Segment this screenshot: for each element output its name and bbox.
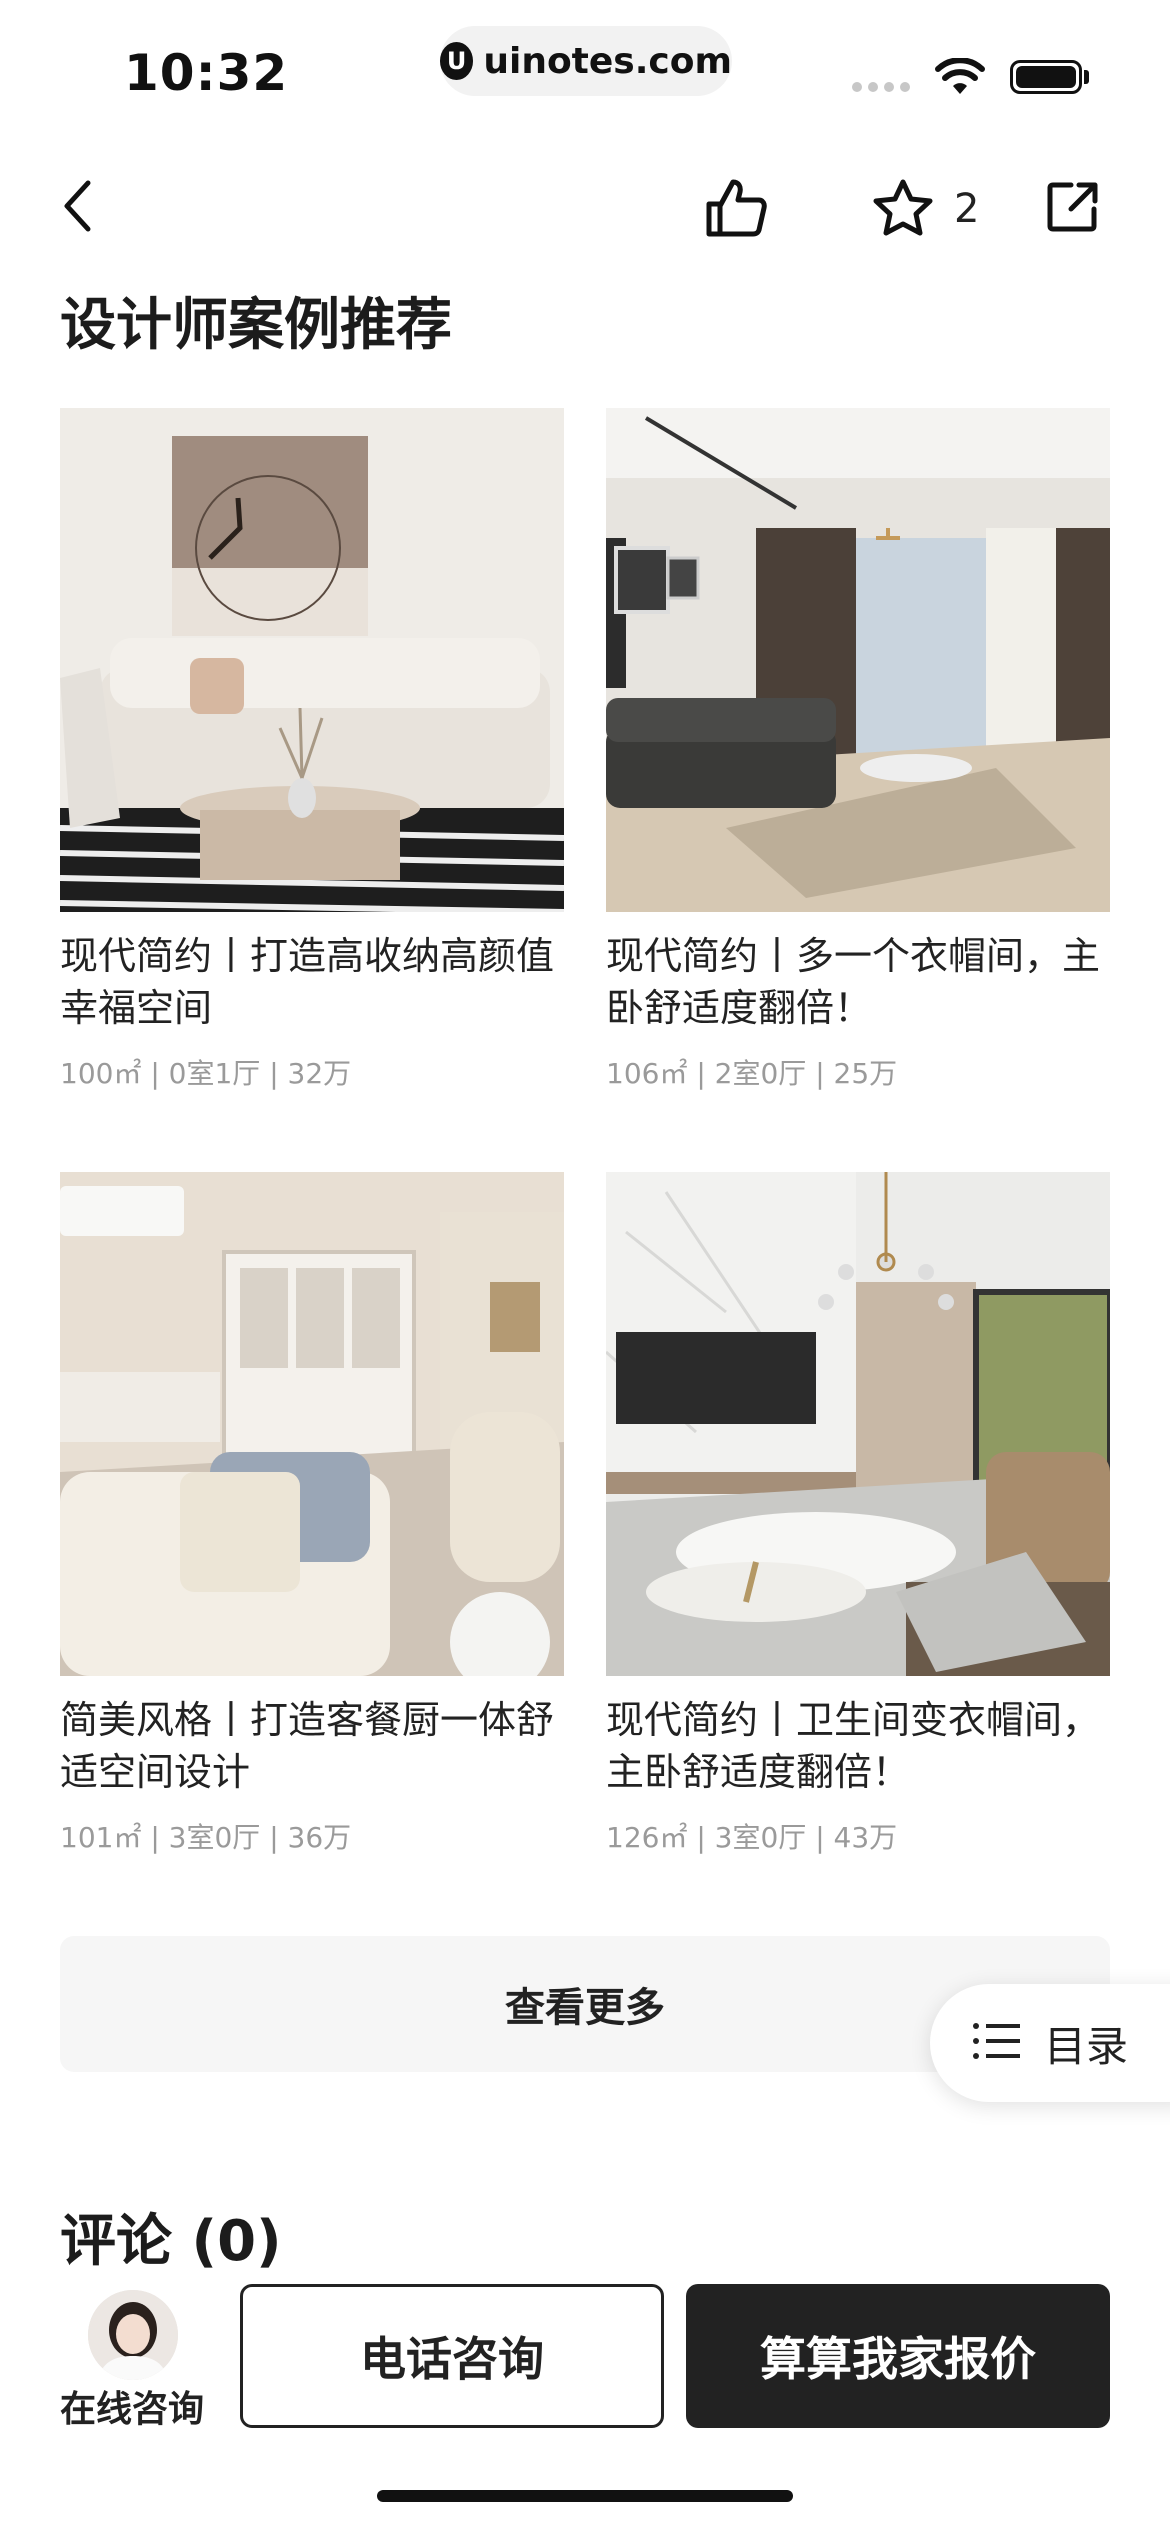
case-card[interactable]: 简美风格丨打造客餐厨一体舒适空间设计 101㎡ | 3室0厅 | 36万 [60, 1172, 580, 1856]
case-card[interactable]: 现代简约丨打造高收纳高颜值幸福空间 100㎡ | 0室1厅 | 32万 [60, 408, 580, 1092]
case-title: 现代简约丨打造高收纳高颜值幸福空间 [60, 934, 555, 1030]
like-icon[interactable] [704, 176, 768, 240]
case-card[interactable]: 现代简约丨卫生间变衣帽间，主卧舒适度翻倍！ 126㎡ | 3室0厅 | 43万 [606, 1172, 1126, 1856]
battery-icon [1010, 60, 1082, 94]
toc-button[interactable]: 目录 [930, 1984, 1170, 2102]
case-meta: 106㎡ | 2室0厅 | 25万 [606, 1057, 898, 1090]
section-title: 设计师案例推荐 [60, 293, 452, 358]
favorite-count: 2 [954, 186, 980, 232]
case-title: 简美风格丨打造客餐厨一体舒适空间设计 [60, 1698, 555, 1794]
case-meta: 126㎡ | 3室0厅 | 43万 [606, 1821, 898, 1854]
online-consult-label[interactable]: 在线咨询 [60, 2380, 204, 2432]
url-text: uinotes.com [483, 40, 732, 82]
get-quote-button[interactable]: 算算我家报价 [686, 2284, 1110, 2428]
star-icon[interactable] [870, 176, 936, 240]
share-icon[interactable] [1044, 178, 1102, 236]
url-pill[interactable]: U uinotes.com [440, 26, 732, 96]
case-image [60, 1172, 564, 1676]
battery-cap [1084, 70, 1089, 84]
home-indicator [377, 2490, 793, 2502]
phone-consult-button[interactable]: 电话咨询 [240, 2284, 664, 2428]
case-meta: 101㎡ | 3室0厅 | 36万 [60, 1821, 352, 1854]
toc-label: 目录 [1044, 2021, 1129, 2071]
site-logo-icon: U [440, 42, 474, 80]
case-meta: 100㎡ | 0室1厅 | 32万 [60, 1057, 352, 1090]
case-title: 现代简约丨卫生间变衣帽间，主卧舒适度翻倍！ [606, 1698, 1101, 1794]
case-title: 现代简约丨多一个衣帽间，主卧舒适度翻倍！ [606, 934, 1101, 1030]
case-image [60, 408, 564, 912]
comments-title: 评论 (0) [60, 2209, 282, 2274]
case-image [606, 1172, 1110, 1676]
avatar[interactable] [88, 2290, 178, 2380]
case-image [606, 408, 1110, 912]
wifi-icon [935, 57, 985, 100]
back-icon[interactable] [52, 176, 102, 236]
list-icon [972, 2021, 1022, 2065]
cellular-signal-icon [852, 82, 910, 92]
case-card[interactable]: 现代简约丨多一个衣帽间，主卧舒适度翻倍！ 106㎡ | 2室0厅 | 25万 [606, 408, 1126, 1092]
status-time: 10:32 [124, 44, 289, 102]
